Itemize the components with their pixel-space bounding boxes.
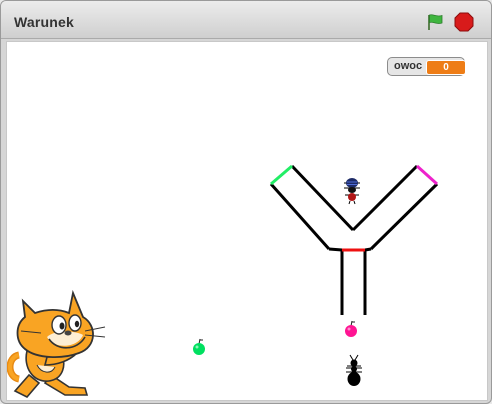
variable-value: 0: [426, 60, 466, 75]
stage-canvas[interactable]: owoc 0: [6, 41, 488, 401]
stop-sign-icon[interactable]: [454, 12, 474, 32]
ant-bottom-sprite[interactable]: [343, 354, 365, 388]
title-bar: Warunek: [1, 1, 491, 39]
stage-window: Warunek owoc 0: [0, 0, 492, 404]
variable-monitor: owoc 0: [387, 57, 466, 76]
variable-name: owoc: [394, 60, 423, 72]
scratch-cat-sprite[interactable]: [7, 287, 107, 401]
window-title: Warunek: [14, 14, 75, 30]
green-fruit-sprite[interactable]: [190, 337, 208, 357]
pink-fruit-sprite[interactable]: [342, 319, 360, 339]
green-flag-icon[interactable]: [425, 12, 445, 32]
ant-top-sprite[interactable]: [341, 174, 363, 206]
